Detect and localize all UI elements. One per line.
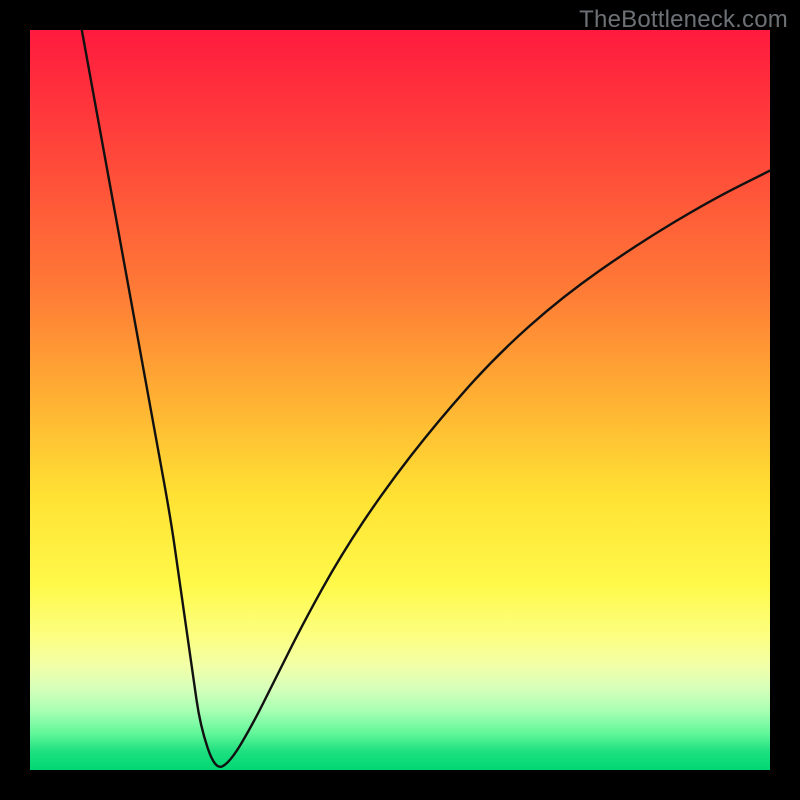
bottleneck-curve	[82, 30, 770, 767]
marker-capsule	[186, 722, 191, 745]
marker-capsule	[175, 670, 181, 693]
marker-capsule	[195, 756, 205, 777]
highlighted-points	[150, 529, 281, 777]
marker-capsule	[195, 763, 214, 777]
marker-capsule	[245, 700, 254, 722]
watermark-text: TheBottleneck.com	[579, 6, 788, 34]
marker-capsule	[165, 611, 170, 634]
marker-capsule	[278, 536, 281, 559]
chart-frame: TheBottleneck.com	[0, 0, 800, 800]
marker-capsule	[150, 529, 154, 552]
marker-capsule	[266, 611, 270, 634]
marker-capsule	[182, 699, 187, 722]
marker-capsule	[272, 573, 276, 596]
marker-capsule	[254, 670, 260, 693]
marker-capsule	[191, 744, 197, 767]
plot-area	[30, 30, 770, 770]
marker-capsule	[158, 574, 162, 597]
marker-capsule	[261, 640, 266, 663]
curve-layer	[30, 30, 770, 770]
marker-capsule	[171, 647, 174, 670]
